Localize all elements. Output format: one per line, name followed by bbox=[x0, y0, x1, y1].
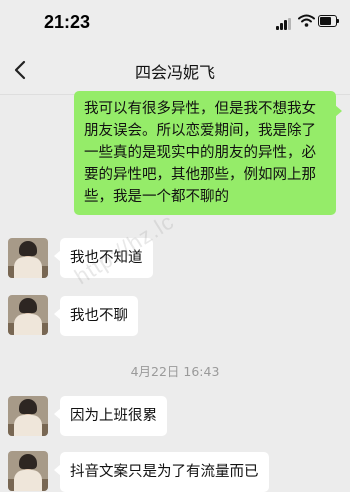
avatar[interactable] bbox=[8, 396, 48, 436]
message-bubble-received[interactable]: 因为上班很累 bbox=[54, 396, 167, 436]
avatar[interactable] bbox=[8, 451, 48, 491]
chat-title: 四会冯妮飞 bbox=[134, 63, 215, 82]
message-bubble-received[interactable]: 我也不知道 bbox=[54, 238, 153, 278]
message-bubble-received[interactable]: 我也不聊 bbox=[54, 296, 138, 336]
chat-header: 四会冯妮飞 bbox=[0, 46, 350, 95]
wifi-icon bbox=[298, 14, 315, 27]
avatar[interactable] bbox=[8, 295, 48, 335]
status-time: 21:23 bbox=[44, 12, 91, 32]
status-bar: 21:23 bbox=[0, 0, 350, 46]
avatar[interactable] bbox=[8, 238, 48, 278]
message-bubble-received[interactable]: 抖音文案只是为了有流量而已 bbox=[54, 452, 269, 492]
status-icons bbox=[276, 14, 339, 30]
message-bubble-sent[interactable]: 我可以有很多异性，但是我不想我女朋友误会。所以恋爱期间，我是除了一些真的是现实中… bbox=[74, 91, 342, 215]
message-timestamp: 4月22日 16:43 bbox=[130, 364, 220, 379]
